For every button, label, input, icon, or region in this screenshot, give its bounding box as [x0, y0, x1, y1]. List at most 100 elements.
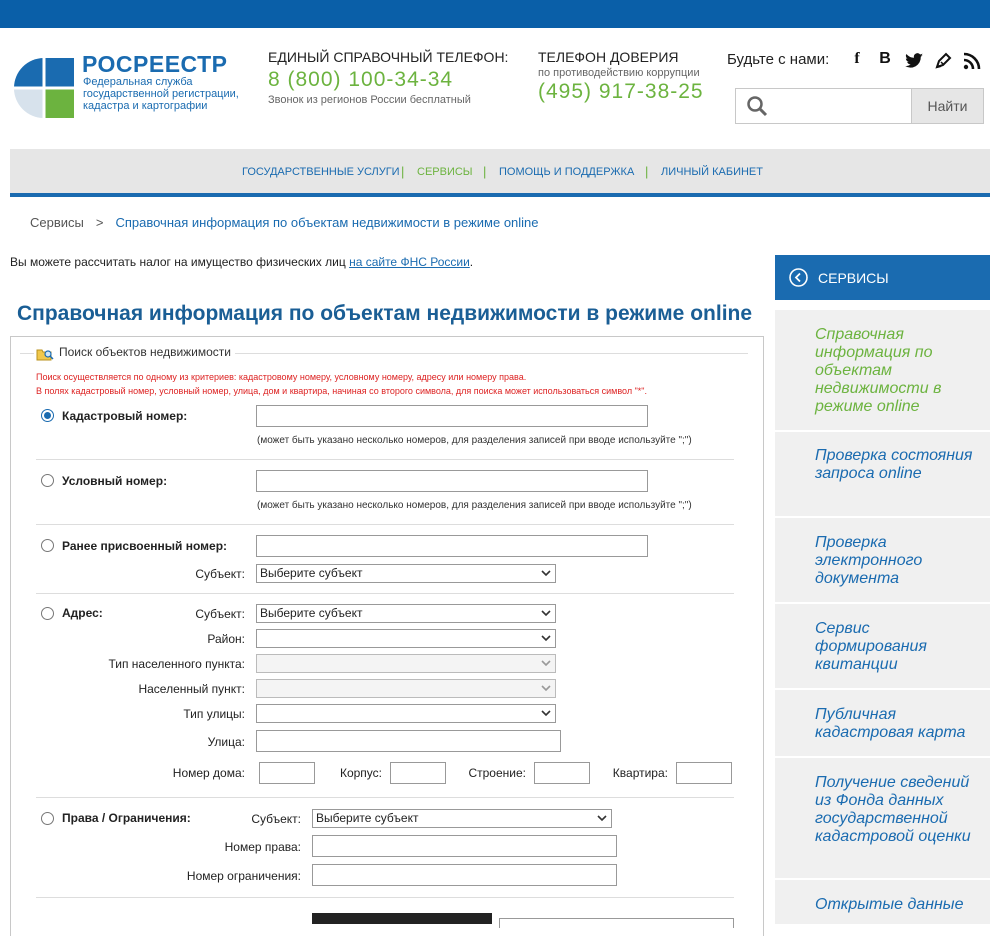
previous-subject-value: Выберите субъект	[260, 566, 363, 580]
previous-number-input[interactable]	[256, 535, 648, 557]
address-subject-label: Субъект:	[195, 607, 245, 621]
trust-line-subtitle: по противодействию коррупции	[538, 67, 700, 79]
nav-item-cabinet[interactable]: ЛИЧНЫЙ КАБИНЕТ	[661, 166, 763, 178]
tax-note-end: .	[469, 255, 474, 269]
address-subject-select[interactable]: Выберите субъект	[256, 604, 556, 623]
nav-item-gov-services[interactable]: ГОСУДАРСТВЕННЫЕ УСЛУГИ	[242, 166, 400, 178]
conditional-radio[interactable]	[41, 474, 54, 487]
chevron-down-icon	[541, 570, 551, 577]
previous-subject-label: Субъект:	[195, 567, 245, 581]
rights-subject-select[interactable]: Выберите субъект	[312, 809, 612, 828]
divider	[36, 593, 734, 594]
rights-radio[interactable]	[41, 812, 54, 825]
cadastral-input[interactable]	[256, 405, 648, 427]
sidebar-item-label: Проверка электронного документа	[815, 534, 923, 587]
house-input[interactable]	[259, 762, 315, 784]
right-number-input[interactable]	[312, 835, 617, 857]
previous-subject-select[interactable]: Выберите субъект	[256, 564, 556, 583]
social-label: Будьте с нами:	[727, 51, 830, 68]
sidebar-item-label: Открытые данные	[815, 896, 964, 913]
building-input[interactable]	[390, 762, 446, 784]
conditional-input[interactable]	[256, 470, 648, 492]
cadastral-note: (может быть указано несколько номеров, д…	[257, 435, 692, 446]
nav-separator: |	[645, 164, 649, 179]
sidebar-item-label: Сервис формирования квитанции	[815, 620, 927, 673]
rights-subject-value: Выберите субъект	[316, 811, 419, 825]
conditional-note: (может быть указано несколько номеров, д…	[257, 500, 692, 511]
structure-input[interactable]	[534, 762, 590, 784]
street-label: Улица:	[207, 735, 245, 749]
rosreestr-logo[interactable]	[14, 42, 74, 134]
twitter-icon[interactable]	[904, 50, 924, 72]
restriction-number-input[interactable]	[312, 864, 617, 886]
sidebar-item-online-info[interactable]: Справочная информация по объектам недвиж…	[775, 310, 990, 430]
rights-label: Права / Ограничения:	[62, 811, 191, 825]
sidebar-item-cadastral-map[interactable]: Публичная кадастровая карта	[775, 690, 990, 756]
flat-input[interactable]	[676, 762, 732, 784]
logo-title[interactable]: РОСРЕЕСТР	[82, 51, 228, 78]
nav-separator: |	[483, 164, 487, 179]
divider	[36, 897, 734, 898]
trust-line-number: (495) 917-38-25	[538, 80, 704, 103]
breadcrumb-current[interactable]: Справочная информация по объектам недвиж…	[115, 215, 538, 230]
breadcrumb-separator: >	[95, 215, 104, 230]
hotline-label: ЕДИНЫЙ СПРАВОЧНЫЙ ТЕЛЕФОН:	[268, 49, 509, 65]
nav-item-services[interactable]: СЕРВИСЫ	[417, 166, 473, 178]
sidebar-item-receipt[interactable]: Сервис формирования квитанции	[775, 604, 990, 688]
sidebar-item-valuation-fund[interactable]: Получение сведений из Фонда данных госуд…	[775, 758, 990, 878]
fns-link[interactable]: на сайте ФНС России	[349, 255, 470, 269]
house-label: Номер дома:	[172, 766, 245, 780]
vk-icon[interactable]: B	[875, 48, 895, 70]
facebook-icon[interactable]: f	[847, 48, 867, 70]
building-label: Корпус:	[339, 766, 382, 780]
main-nav: ГОСУДАРСТВЕННЫЕ УСЛУГИ | СЕРВИСЫ | ПОМОЩ…	[10, 149, 990, 197]
street-type-label: Тип улицы:	[183, 707, 245, 721]
locality-select[interactable]	[256, 679, 556, 698]
cadastral-radio[interactable]	[41, 409, 54, 422]
hotline-note: Звонок из регионов России бесплатный	[268, 94, 471, 106]
street-input[interactable]	[256, 730, 561, 752]
chevron-down-icon	[541, 610, 551, 617]
search-hint-1: Поиск осуществляется по одному из критер…	[36, 372, 527, 382]
conditional-label: Условный номер:	[62, 474, 168, 488]
sidebar-header[interactable]: СЕРВИСЫ	[775, 255, 990, 300]
breadcrumb-root[interactable]: Сервисы	[30, 215, 84, 230]
restriction-number-label: Номер ограничения:	[186, 869, 301, 883]
chevron-down-icon	[541, 710, 551, 717]
flat-label: Квартира:	[612, 766, 668, 780]
search-input[interactable]	[774, 95, 904, 117]
chevron-down-icon	[541, 635, 551, 642]
address-label: Адрес:	[62, 606, 103, 620]
blog-icon[interactable]	[933, 50, 953, 72]
form-legend: Поиск объектов недвижимости	[34, 345, 236, 359]
address-radio[interactable]	[41, 607, 54, 620]
trust-line-label: ТЕЛЕФОН ДОВЕРИЯ	[538, 49, 679, 65]
street-type-select[interactable]	[256, 704, 556, 723]
previous-number-radio[interactable]	[41, 539, 54, 552]
locality-type-select[interactable]	[256, 654, 556, 673]
district-select[interactable]	[256, 629, 556, 648]
tax-note-text: Вы можете рассчитать налог на имущество …	[10, 255, 350, 269]
sidebar-item-label: Получение сведений из Фонда данных госуд…	[815, 774, 971, 845]
divider	[36, 797, 734, 798]
search-box	[735, 88, 911, 124]
sidebar-item-label: Проверка состояния запроса online	[815, 447, 973, 482]
structure-label: Строение:	[468, 766, 526, 780]
sidebar-item-label: Справочная информация по объектам недвиж…	[815, 326, 942, 415]
address-subject-value: Выберите субъект	[260, 606, 363, 620]
rss-icon[interactable]	[962, 50, 982, 72]
captcha-input[interactable]	[499, 918, 734, 928]
breadcrumb: Сервисы > Справочная информация по объекта…	[30, 215, 539, 230]
tax-note: Вы можете рассчитать налог на имущество …	[10, 255, 473, 269]
search-hint-2: В полях кадастровый номер, условный номе…	[36, 386, 647, 396]
rights-subject-label: Субъект:	[251, 812, 301, 826]
sidebar-item-label: Публичная кадастровая карта	[815, 706, 966, 741]
search-button[interactable]: Найти	[911, 88, 984, 124]
sidebar-item-open-data[interactable]: Открытые данные	[775, 880, 990, 924]
sidebar-item-e-document[interactable]: Проверка электронного документа	[775, 518, 990, 602]
previous-number-label: Ранее присвоенный номер:	[62, 539, 228, 553]
sidebar-item-request-status[interactable]: Проверка состояния запроса online	[775, 432, 990, 516]
nav-item-help[interactable]: ПОМОЩЬ И ПОДДЕРЖКА	[499, 166, 634, 178]
captcha-image	[312, 913, 492, 924]
chevron-down-icon	[597, 815, 607, 822]
